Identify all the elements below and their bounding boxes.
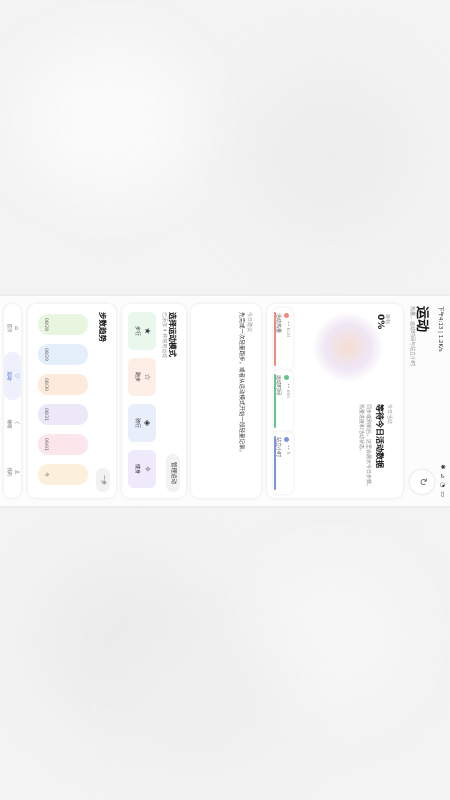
day-date: 今: [43, 472, 48, 477]
activity-ring-glow: [313, 312, 383, 382]
refresh-icon: ↻: [417, 477, 428, 487]
steps-trend-card: 步数趋势 一步 08/28 08/29 08/30 08/31 09/01 今: [28, 304, 116, 498]
metric-label: 站立小时: [275, 437, 281, 458]
activity-card[interactable]: 目标 0% 今日活动 等待今日活动数据 同步或刷新后，这里会展示今日步数、热量进…: [267, 304, 403, 498]
status-time: 下午4:13 | 1.2K/s: [437, 306, 443, 352]
metric-progress-bar: [274, 374, 276, 428]
suggestion-card[interactable]: 今日建议 先完成一次轻量跑步，或者从运动模式开始一段轻量记录。: [191, 304, 261, 498]
app-window: 下午4:13 | 1.2K/s ✱ ⊿ ◔ ▭ 运动 热量、运动时间与站立小时 …: [0, 296, 450, 506]
exercise-dot-icon: [284, 375, 289, 380]
nav-home[interactable]: ⌂ 首页: [4, 304, 21, 352]
metric-label: 活动热量: [275, 313, 281, 334]
metric-progress-bar: [274, 436, 276, 490]
steps-more-button[interactable]: 一步: [96, 468, 110, 492]
walk-icon: ★: [143, 327, 152, 335]
background-blob: [260, 560, 410, 710]
metric-label: 运动时间: [275, 375, 281, 396]
bottom-nav: ⌂ 首页 ♡ 运动 ☾ 睡眠 ♙ 我的: [4, 304, 21, 498]
moon-icon: ☾: [13, 421, 20, 427]
manage-exercise-button[interactable]: 管理运动: [166, 454, 180, 492]
home-icon: ⌂: [13, 326, 20, 330]
cycle-icon: ◈: [143, 419, 152, 427]
mode-label: 步行: [134, 325, 140, 336]
stand-dot-icon: [284, 437, 289, 442]
day-date: 08/28: [43, 318, 48, 331]
nav-label: 首页: [6, 323, 11, 333]
metric-progress-bar: [274, 312, 276, 366]
goal-percent: 0%: [375, 314, 385, 330]
nav-profile[interactable]: ♙ 我的: [4, 448, 21, 496]
day-pill[interactable]: 08/29: [38, 344, 88, 365]
day-pill[interactable]: 08/28: [38, 314, 88, 335]
activity-description: 同步或刷新后，这里会展示今日步数、热量进度和活动状态。: [358, 404, 371, 490]
day-pill[interactable]: 今: [38, 464, 88, 485]
background-blob: [250, 80, 410, 230]
exercise-mode-card: 选择运动模式 已添加 4 种常用运动 管理运动 ★ 步行 ☆ 跑步 ◈ 骑行 ✧…: [122, 304, 186, 498]
day-pill[interactable]: 09/01: [38, 434, 88, 455]
metric-exercise-time[interactable]: •• min 运动时间: [273, 370, 293, 432]
app-content-rotated: 下午4:13 | 1.2K/s ✱ ⊿ ◔ ▭ 运动 热量、运动时间与站立小时 …: [0, 296, 450, 506]
nav-label: 我的: [6, 467, 11, 477]
metric-stand-hours[interactable]: •• h 站立小时: [273, 432, 293, 494]
day-pill[interactable]: 08/31: [38, 404, 88, 425]
day-date: 08/29: [43, 348, 48, 361]
mode-label: 跑步: [134, 371, 140, 382]
nav-label: 运动: [6, 371, 11, 381]
mode-run[interactable]: ☆ 跑步: [128, 358, 156, 396]
mode-label: 健身: [134, 463, 140, 474]
mode-cycle[interactable]: ◈ 骑行: [128, 404, 156, 442]
suggestion-text: 先完成一次轻量跑步，或者从运动模式开始一段轻量记录。: [238, 312, 244, 456]
metric-value: •• min: [285, 383, 290, 399]
goal-label: 目标: [384, 314, 390, 325]
nav-sleep[interactable]: ☾ 睡眠: [4, 400, 21, 448]
calories-dot-icon: [284, 313, 289, 318]
refresh-button[interactable]: ↻: [410, 470, 434, 494]
run-icon: ☆: [143, 373, 152, 381]
mode-fitness[interactable]: ✧ 健身: [128, 450, 156, 488]
nav-exercise[interactable]: ♡ 运动: [4, 352, 21, 400]
metric-calories[interactable]: •• kcal 活动热量: [273, 308, 293, 370]
day-date: 08/30: [43, 378, 48, 391]
person-icon: ♙: [13, 469, 20, 475]
status-icons: ✱ ⊿ ◔ ▭: [439, 464, 446, 498]
background-blob: [130, 640, 280, 770]
day-pill[interactable]: 08/30: [38, 374, 88, 395]
background-blob: [20, 40, 200, 200]
fitness-icon: ✧: [143, 465, 152, 473]
suggestion-label: 今日建议: [246, 312, 252, 333]
status-bar: 下午4:13 | 1.2K/s ✱ ⊿ ◔ ▭: [434, 296, 450, 506]
activity-headline: 等待今日活动数据: [375, 404, 384, 468]
mode-subtitle: 已添加 4 种常用运动: [161, 312, 167, 359]
page-title: 运动: [414, 306, 429, 333]
metric-value: •• h: [285, 445, 290, 455]
activity-label: 今日活动: [386, 404, 392, 425]
mode-title: 选择运动模式: [168, 312, 177, 357]
mode-label: 骑行: [134, 417, 140, 428]
page-subtitle: 热量、运动时间与站立小时: [409, 306, 415, 367]
mode-walk[interactable]: ★ 步行: [128, 312, 156, 350]
metric-value: •• kcal: [285, 321, 290, 337]
heart-icon: ♡: [13, 373, 20, 379]
nav-label: 睡眠: [6, 419, 11, 429]
day-date: 08/31: [43, 408, 48, 421]
day-date: 09/01: [43, 438, 48, 451]
steps-title: 步数趋势: [98, 312, 107, 342]
